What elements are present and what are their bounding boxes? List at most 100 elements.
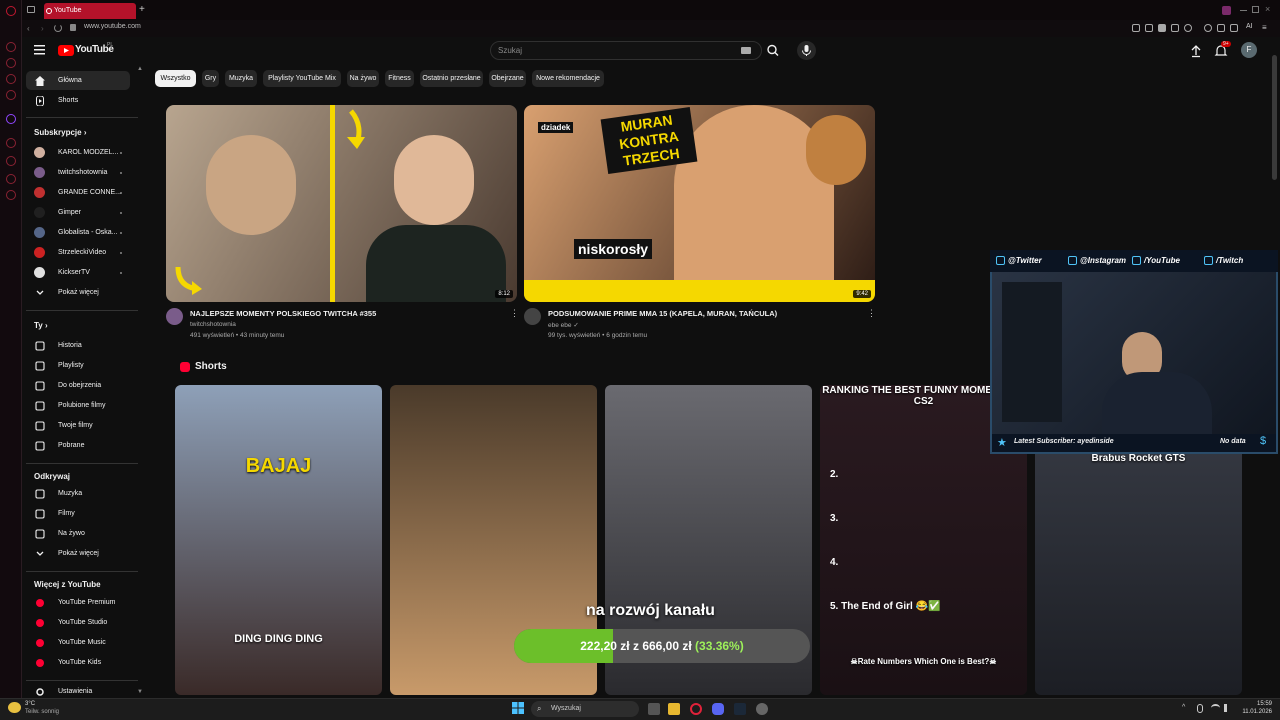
back-icon[interactable]: ‹	[27, 24, 30, 33]
sidebar-item-subscription-3[interactable]: Gimper	[26, 203, 130, 222]
opera-sidebar-icon[interactable]	[6, 74, 16, 84]
sidebar-item-subscription-4[interactable]: Globalista - Oska...	[26, 223, 130, 242]
sidebar-scroll-down-icon[interactable]: ▼	[137, 689, 143, 695]
more-actions-icon[interactable]: ⋮	[510, 308, 519, 319]
url-field[interactable]: www.youtube.com	[84, 23, 141, 30]
opera-sidebar-icon[interactable]	[6, 138, 16, 148]
you-heading[interactable]: Ty ›	[34, 321, 48, 330]
sidebar-item-subscription-2[interactable]: GRANDE CONNE...	[26, 183, 130, 202]
clock-date[interactable]: 11.01.2026	[1232, 709, 1272, 715]
sidebar-item-more-1[interactable]: YouTube Studio	[26, 613, 130, 632]
show-more-subscriptions[interactable]: Pokaż więcej	[26, 283, 130, 302]
opera-sidebar-icon[interactable]	[6, 58, 16, 68]
flow-icon[interactable]	[1204, 24, 1212, 32]
chip-2[interactable]: Muzyka	[225, 70, 257, 87]
sidebar-item-you-2[interactable]: Do obejrzenia	[26, 376, 130, 395]
profile-icon[interactable]	[1222, 6, 1231, 15]
sidebar-item-you-0[interactable]: Historia	[26, 336, 130, 355]
video-channel[interactable]: twitchshotownia	[190, 321, 236, 328]
file-explorer-icon[interactable]	[668, 703, 680, 715]
account-avatar[interactable]: F	[1241, 42, 1257, 58]
sidebar-item-you-4[interactable]: Twoje filmy	[26, 416, 130, 435]
search-button[interactable]	[762, 41, 784, 60]
show-more-explore[interactable]: Pokaż więcej	[26, 544, 130, 563]
more-actions-icon[interactable]: ⋮	[867, 308, 876, 319]
account-icon[interactable]	[1217, 24, 1225, 32]
minimize-icon[interactable]	[1240, 10, 1247, 11]
youtube-logo[interactable]: YouTube PL	[58, 42, 114, 57]
channel-avatar[interactable]	[524, 308, 541, 325]
opera-logo-icon[interactable]	[6, 6, 16, 16]
chip-8[interactable]: Nowe rekomendacje	[532, 70, 604, 87]
sidebar-item-subscription-0[interactable]: KAROL MODZEL...	[26, 143, 130, 162]
sidebar-item-home[interactable]: Główna	[26, 71, 130, 90]
download-bar-icon[interactable]	[1230, 24, 1238, 32]
chip-0[interactable]: Wszystko	[155, 70, 196, 87]
taskbar-search[interactable]: ⌕ Wyszukaj	[531, 701, 639, 717]
settings-app-icon[interactable]	[756, 703, 768, 715]
sidebar-item-you-3[interactable]: Polubione filmy	[26, 396, 130, 415]
sidebar-item-subscription-6[interactable]: KickserTV	[26, 263, 130, 282]
extension-icon[interactable]	[1132, 24, 1140, 32]
heart-icon[interactable]	[1184, 24, 1192, 32]
sidebar-item-explore-0[interactable]: Muzyka	[26, 484, 130, 503]
voice-search-button[interactable]	[797, 41, 816, 60]
reload-icon[interactable]	[54, 24, 62, 32]
sidebar-item-you-5[interactable]: Pobrane	[26, 436, 130, 455]
video-thumbnail[interactable]: 8:12	[166, 105, 517, 302]
chip-5[interactable]: Fitness	[385, 70, 414, 87]
maximize-icon[interactable]	[1252, 6, 1259, 13]
sidebar-item-more-3[interactable]: YouTube Kids	[26, 653, 130, 672]
close-window-icon[interactable]: ×	[1265, 4, 1270, 14]
sidebar-item-settings[interactable]: Ustawienia	[26, 685, 130, 698]
sidebar-item-you-1[interactable]: Playlisty	[26, 356, 130, 375]
sidebar-item-explore-1[interactable]: Filmy	[26, 504, 130, 523]
opera-sidebar-icon[interactable]	[6, 174, 16, 184]
play-icon[interactable]	[1171, 24, 1179, 32]
chip-1[interactable]: Gry	[202, 70, 219, 87]
sidebar-item-subscription-5[interactable]: StrzeleckiVideo	[26, 243, 130, 262]
chip-4[interactable]: Na żywo	[347, 70, 379, 87]
chip-3[interactable]: Playlisty YouTube Mix	[263, 70, 341, 87]
opera-sidebar-icon[interactable]	[6, 156, 16, 166]
shield-icon[interactable]	[1158, 24, 1166, 32]
channel-avatar[interactable]	[166, 308, 183, 325]
opera-sidebar-icon[interactable]	[6, 90, 16, 100]
video-title[interactable]: PODSUMOWANIE PRIME MMA 15 (KAPELA, MURAN…	[548, 309, 868, 318]
video-title[interactable]: NAJLEPSZE MOMENTY POLSKIEGO TWITCHA #355	[190, 309, 500, 318]
hamburger-menu-icon[interactable]	[33, 44, 47, 56]
subscriptions-heading[interactable]: Subskrypcje ›	[34, 128, 86, 137]
tray-chevron-icon[interactable]: ^	[1182, 704, 1185, 711]
twitch-icon[interactable]	[6, 114, 16, 124]
search-input[interactable]: Szukaj	[490, 41, 762, 60]
task-view-icon[interactable]	[648, 703, 660, 715]
sidebar-item-shorts[interactable]: Shorts	[26, 91, 130, 110]
windows-start-icon[interactable]	[512, 702, 524, 714]
wifi-icon[interactable]	[1211, 704, 1220, 712]
extension-icon[interactable]	[1145, 24, 1153, 32]
chip-7[interactable]: Obejrzane	[489, 70, 526, 87]
sidebar-item-more-2[interactable]: YouTube Music	[26, 633, 130, 652]
notifications-button[interactable]: 9+	[1214, 41, 1231, 58]
tray-microphone-icon[interactable]	[1197, 704, 1203, 713]
sidebar-item-subscription-1[interactable]: twitchshotownia	[26, 163, 130, 182]
forward-icon[interactable]: ›	[41, 24, 44, 33]
sidebar-item-more-0[interactable]: YouTube Premium	[26, 593, 130, 612]
clock-time[interactable]: 15:59	[1242, 701, 1272, 707]
keyboard-icon[interactable]	[741, 47, 751, 54]
sidebar-scroll-up-icon[interactable]: ▲	[137, 66, 143, 72]
opera-gx-icon[interactable]	[690, 703, 702, 715]
discord-icon[interactable]	[712, 703, 724, 715]
upload-button[interactable]	[1189, 44, 1203, 58]
browser-menu-icon[interactable]: ≡	[1262, 23, 1267, 32]
opera-sidebar-icon[interactable]	[6, 190, 16, 200]
steam-icon[interactable]	[734, 703, 746, 715]
tab-stack-icon[interactable]	[27, 6, 35, 13]
video-thumbnail[interactable]: MURAN KONTRA TRZECH dziadek niskorosły 9…	[524, 105, 875, 302]
page-scrollbar[interactable]	[1272, 55, 1277, 180]
new-tab-icon[interactable]: +	[139, 5, 145, 15]
video-channel[interactable]: ebe ebe ✓	[548, 321, 579, 329]
browser-tab[interactable]: YouTube	[44, 3, 136, 19]
weather-temp[interactable]: 3°C	[25, 701, 35, 707]
short-card[interactable]: BAJAJ DING DING DING	[175, 385, 382, 695]
